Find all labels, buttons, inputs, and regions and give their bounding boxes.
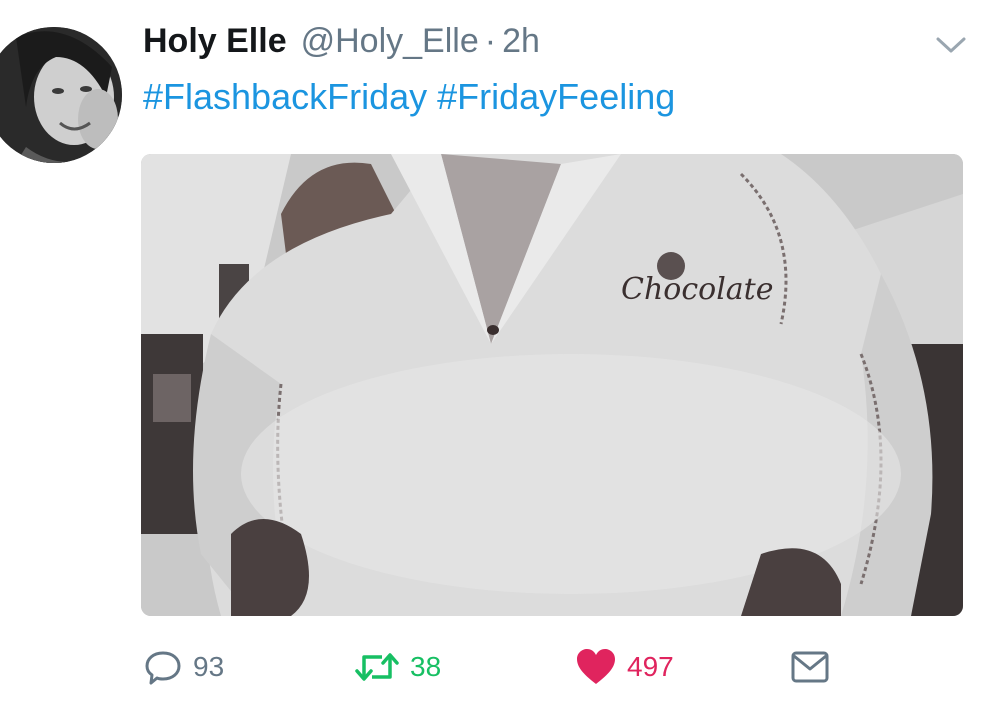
- hashtag-link[interactable]: #FlashbackFriday: [143, 76, 427, 117]
- tweet: Holy Elle @Holy_Elle · 2h #FlashbackFrid…: [0, 0, 994, 703]
- tweet-media-image[interactable]: Chocolate: [141, 154, 963, 616]
- hashtag-link[interactable]: #FridayFeeling: [437, 76, 675, 117]
- heart-icon: [575, 647, 617, 687]
- author-handle[interactable]: @Holy_Elle: [301, 22, 479, 61]
- like-button[interactable]: 497: [575, 645, 674, 689]
- author-name[interactable]: Holy Elle: [143, 22, 287, 61]
- envelope-icon: [790, 650, 830, 684]
- like-count: 497: [627, 651, 674, 682]
- separator-dot: ·: [484, 22, 497, 60]
- avatar[interactable]: [0, 27, 122, 163]
- tweet-timestamp[interactable]: 2h: [502, 22, 540, 61]
- chevron-down-icon[interactable]: [934, 34, 968, 56]
- retweet-button[interactable]: 38: [354, 645, 441, 689]
- retweet-count: 38: [410, 651, 442, 682]
- retweet-icon: [354, 647, 400, 687]
- reply-icon: [143, 647, 183, 687]
- tweet-text: #FlashbackFriday #FridayFeeling: [143, 76, 675, 118]
- reply-count: 93: [193, 651, 225, 682]
- tweet-actions: 93 38 497: [143, 645, 843, 689]
- tweet-header: Holy Elle @Holy_Elle · 2h: [143, 22, 540, 70]
- reply-button[interactable]: 93: [143, 645, 224, 689]
- direct-message-button[interactable]: [790, 645, 830, 689]
- media-logo-text: Chocolate: [621, 272, 774, 307]
